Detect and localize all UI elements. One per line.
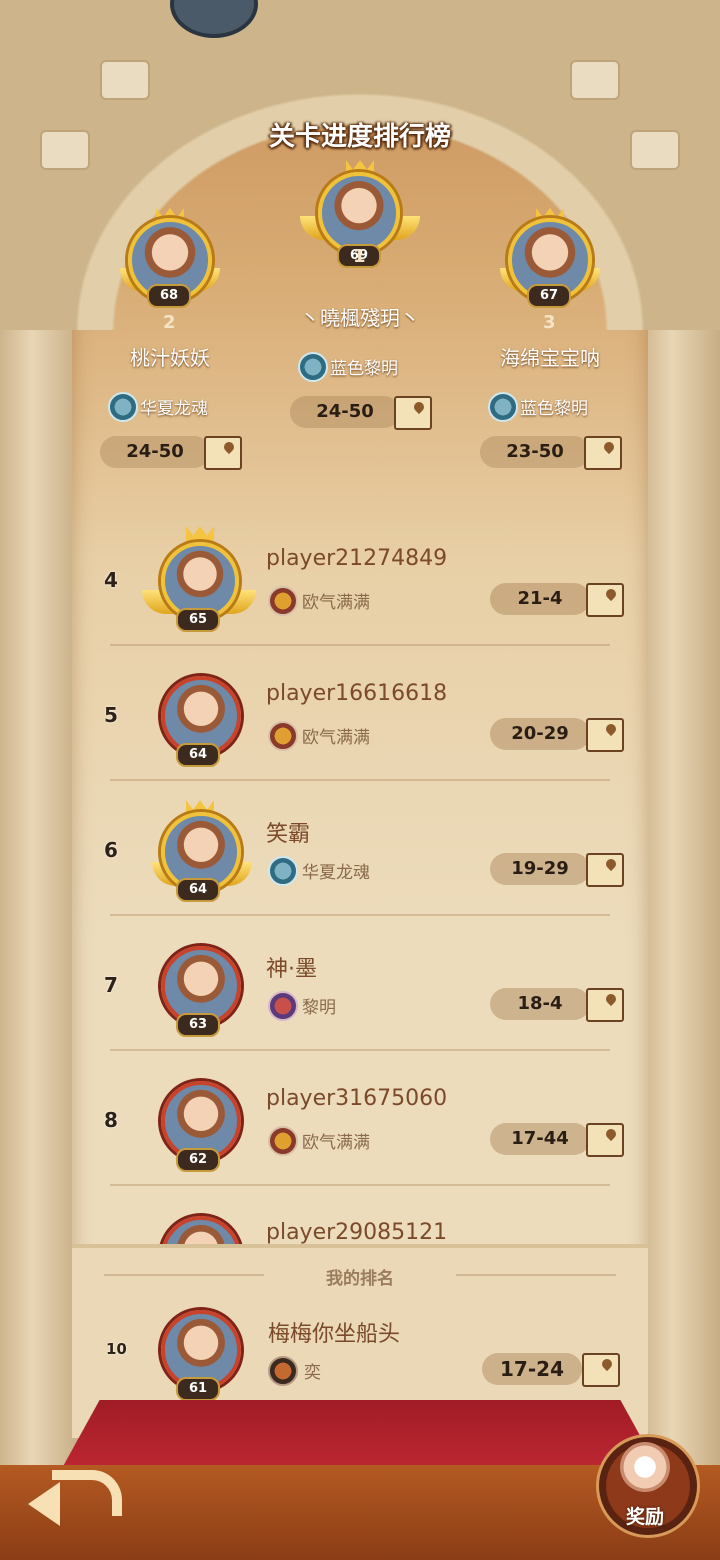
- arch-ornament: [100, 60, 150, 100]
- player-name: 丶曉楓殘玥丶: [300, 306, 420, 330]
- rank-number: 10: [106, 1340, 127, 1358]
- map-icon: [586, 988, 624, 1022]
- guild-emblem-icon: [268, 586, 298, 616]
- rank-number: 4: [104, 568, 118, 592]
- guild-name: 蓝色黎明: [520, 399, 588, 419]
- level-badge: 61: [176, 1377, 220, 1401]
- rank-number: 3: [543, 312, 556, 333]
- row-divider: [110, 644, 610, 646]
- progress-pill: 18-4: [490, 988, 590, 1020]
- map-icon: [582, 1353, 620, 1387]
- progress-pill: 24-50: [100, 436, 210, 468]
- back-button[interactable]: [22, 1462, 122, 1526]
- map-icon: [584, 436, 622, 470]
- map-icon: [586, 1123, 624, 1157]
- guild-emblem-icon: [268, 991, 298, 1021]
- player-name: 笑霸: [266, 822, 311, 847]
- map-icon: [586, 718, 624, 752]
- level-badge: 62: [176, 1148, 220, 1172]
- level-badge: 64: [176, 743, 220, 767]
- row-divider: [110, 1184, 610, 1186]
- rank-number: 6: [104, 838, 118, 862]
- map-icon: [586, 583, 624, 617]
- level-badge: 63: [176, 1013, 220, 1037]
- player-name: 神·墨: [266, 957, 317, 982]
- rank-number: 2: [163, 312, 176, 333]
- guild-emblem-icon: [488, 392, 518, 422]
- player-name: 海绵宝宝呐: [500, 346, 600, 370]
- level-badge: 68: [147, 284, 191, 308]
- guild-emblem-icon: [108, 392, 138, 422]
- row-divider: [110, 779, 610, 781]
- guild-emblem-icon: [268, 1356, 298, 1386]
- avatar: [318, 172, 400, 254]
- progress-pill: 20-29: [490, 718, 590, 750]
- guild-name: 华夏龙魂: [140, 399, 208, 419]
- guild-name: 黎明: [302, 998, 336, 1018]
- guild-emblem-icon: [268, 721, 298, 751]
- level-badge: 65: [176, 608, 220, 632]
- guild-name: 欧气满满: [302, 728, 370, 748]
- map-icon: [394, 396, 432, 430]
- avatar: [161, 1216, 241, 1244]
- progress-pill: 17-44: [490, 1123, 590, 1155]
- reward-label: 奖励: [625, 1506, 664, 1528]
- arch-ornament: [570, 60, 620, 100]
- guild-emblem-icon: [298, 352, 328, 382]
- guild-emblem-icon: [268, 1126, 298, 1156]
- progress-pill: 21-4: [490, 583, 590, 615]
- progress-pill: 17-24: [482, 1353, 582, 1385]
- map-icon: [586, 853, 624, 887]
- level-badge: 67: [527, 284, 571, 308]
- player-name: 梅梅你坐船头: [268, 1322, 401, 1347]
- progress-pill: 23-50: [480, 436, 590, 468]
- page-title: 关卡进度排行榜: [268, 122, 451, 152]
- row-divider: [110, 914, 610, 916]
- player-name: player21274849: [266, 546, 448, 571]
- guild-name: 华夏龙魂: [302, 863, 370, 883]
- medal-icon: [620, 1442, 670, 1492]
- progress-pill: 24-50: [290, 396, 400, 428]
- progress-pill: 19-29: [490, 853, 590, 885]
- guild-name: 蓝色黎明: [330, 359, 398, 379]
- rank-number: 7: [104, 973, 118, 997]
- row-divider: [110, 1049, 610, 1051]
- guild-emblem-icon: [268, 856, 298, 886]
- level-badge: 64: [176, 878, 220, 902]
- my-rank-label: 我的排名: [326, 1269, 394, 1289]
- guild-name: 欧气满满: [302, 1133, 370, 1153]
- player-name: player29085121: [266, 1220, 448, 1244]
- map-icon: [204, 436, 242, 470]
- leaderboard-row-partial[interactable]: player29085121: [72, 1190, 648, 1244]
- guild-name: 欧气满满: [302, 593, 370, 613]
- guild-name: 奕: [304, 1363, 321, 1383]
- rank-number: 1: [353, 246, 366, 267]
- rank-number: 5: [104, 703, 118, 727]
- rank-number: 8: [104, 1108, 118, 1132]
- player-name: player16616618: [266, 681, 448, 706]
- player-name: 桃汁妖妖: [130, 346, 210, 370]
- player-name: player31675060: [266, 1086, 448, 1111]
